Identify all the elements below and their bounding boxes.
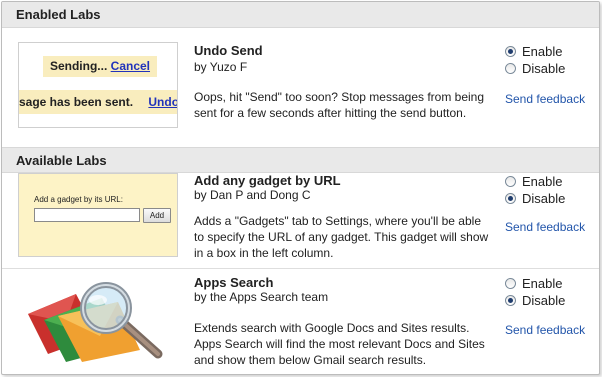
sent-text: sage has been sent.	[19, 95, 134, 109]
sent-notice: sage has been sent. Undo	[19, 90, 177, 114]
disable-radio[interactable]	[505, 63, 516, 74]
disable-option[interactable]: Disable	[505, 60, 565, 77]
apps-search-thumbnail	[18, 276, 178, 362]
disable-label[interactable]: Disable	[522, 61, 565, 76]
disable-label[interactable]: Disable	[522, 191, 565, 206]
enable-option[interactable]: Enable	[505, 43, 565, 60]
enable-option[interactable]: Enable	[505, 275, 565, 292]
enable-radio[interactable]	[505, 176, 516, 187]
lab-author: by Dan P and Dong C	[194, 188, 311, 202]
send-feedback-link[interactable]: Send feedback	[505, 323, 585, 337]
send-feedback-link[interactable]: Send feedback	[505, 92, 585, 106]
gadget-thumbnail: Add a gadget by its URL: Add	[18, 173, 178, 257]
undo-send-thumbnail: Sending... Cancel sage has been sent. Un…	[18, 42, 178, 128]
enable-label[interactable]: Enable	[522, 174, 562, 189]
sending-text: Sending...	[49, 59, 108, 73]
envelope-magnifier-icon	[28, 282, 163, 362]
enable-disable-group: Enable Disable	[505, 173, 565, 207]
lab-author: by Yuzo F	[194, 60, 248, 74]
lab-description: Adds a "Gadgets" tab to Settings, where …	[194, 214, 489, 260]
disable-option[interactable]: Disable	[505, 190, 565, 207]
lab-title: Apps Search	[194, 275, 274, 290]
enabled-labs-header: Enabled Labs	[2, 2, 599, 28]
lab-title: Add any gadget by URL	[194, 173, 341, 188]
enable-radio[interactable]	[505, 46, 516, 57]
lab-description: Extends search with Google Docs and Site…	[194, 321, 485, 367]
lab-title: Undo Send	[194, 43, 263, 58]
lab-row-undo-send: Sending... Cancel sage has been sent. Un…	[2, 28, 599, 148]
enable-option[interactable]: Enable	[505, 173, 565, 190]
lab-author: by the Apps Search team	[194, 290, 329, 304]
cancel-link: Cancel	[110, 59, 151, 73]
disable-label[interactable]: Disable	[522, 293, 565, 308]
labs-panel: Enabled Labs Sending... Cancel sage has …	[1, 1, 600, 375]
enable-disable-group: Enable Disable	[505, 43, 565, 77]
disable-radio[interactable]	[505, 193, 516, 204]
enable-label[interactable]: Enable	[522, 276, 562, 291]
gadget-url-input	[34, 208, 140, 222]
available-labs-header: Available Labs	[2, 147, 599, 173]
enable-label[interactable]: Enable	[522, 44, 562, 59]
lab-description: Oops, hit "Send" too soon? Stop messages…	[194, 90, 485, 120]
gadget-add-button: Add	[143, 208, 171, 223]
disable-option[interactable]: Disable	[505, 292, 565, 309]
undo-link: Undo	[148, 95, 178, 109]
lab-row-add-gadget: Add a gadget by its URL: Add Add any gad…	[2, 173, 599, 269]
disable-radio[interactable]	[505, 295, 516, 306]
lab-row-apps-search: Apps Search by the Apps Search team Exte…	[2, 269, 599, 374]
enable-disable-group: Enable Disable	[505, 275, 565, 309]
sending-notice: Sending... Cancel	[43, 56, 157, 77]
send-feedback-link[interactable]: Send feedback	[505, 220, 585, 234]
enabled-labs-title: Enabled Labs	[16, 7, 101, 22]
enable-radio[interactable]	[505, 278, 516, 289]
gadget-label: Add a gadget by its URL:	[34, 195, 123, 204]
available-labs-title: Available Labs	[16, 153, 107, 168]
